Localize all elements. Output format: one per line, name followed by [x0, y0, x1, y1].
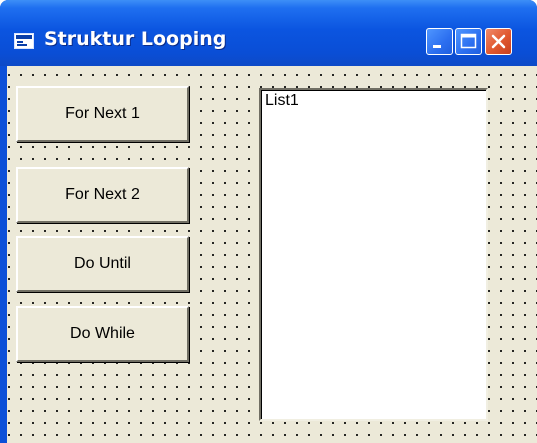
list-box-frame: List1: [261, 90, 486, 419]
for-next-2-button[interactable]: For Next 2: [16, 167, 189, 223]
do-while-button[interactable]: Do While: [16, 306, 189, 362]
list-box[interactable]: List1: [259, 88, 488, 421]
form-icon: [14, 33, 34, 49]
for-next-1-button[interactable]: For Next 1: [16, 86, 189, 142]
form-client-area: For Next 1 For Next 2 Do Until Do While …: [7, 66, 537, 443]
close-icon: [491, 34, 506, 49]
do-until-button[interactable]: Do Until: [16, 236, 189, 292]
maximize-icon: [460, 33, 477, 49]
form-window: Struktur Looping For Next 1 For Next 2 D…: [0, 0, 537, 443]
list-box-label: List1: [265, 92, 299, 109]
window-title: Struktur Looping: [44, 28, 227, 50]
minimize-button[interactable]: [426, 28, 453, 55]
close-button[interactable]: [485, 28, 512, 55]
maximize-button[interactable]: [455, 28, 482, 55]
minimize-icon: [433, 45, 441, 48]
title-bar[interactable]: Struktur Looping: [0, 0, 537, 66]
